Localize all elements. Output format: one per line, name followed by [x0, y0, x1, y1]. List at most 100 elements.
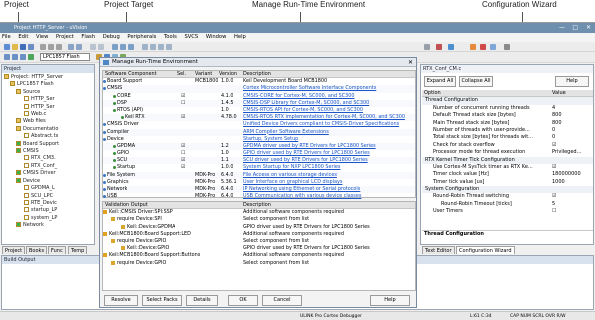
config-option-row[interactable]: Round-Robin Timeout [ticks] 5 — [422, 201, 593, 208]
config-option-row[interactable]: User Timers ☐ — [422, 208, 593, 215]
collapse-all-button[interactable]: Collapse All — [459, 76, 493, 87]
menu-tools[interactable]: Tools — [164, 34, 177, 40]
tree-item[interactable]: startup_LP — [2, 207, 94, 214]
component-description-link[interactable]: CMSIS-CORE for Cortex-M, SC000, and SC30… — [243, 93, 415, 100]
menu-peripherals[interactable]: Peripherals — [127, 34, 156, 40]
config-option-row[interactable]: RTX Kernel Timer Tick Configuration — [422, 156, 593, 164]
tree-item[interactable]: Project: HTTP_Server — [2, 74, 94, 81]
tree-item[interactable]: system_LP — [2, 214, 94, 222]
select-packs-button[interactable]: Select Packs — [142, 295, 182, 306]
config-option-value[interactable]: 800 — [552, 112, 562, 119]
build-icon[interactable] — [12, 54, 18, 60]
config-help-button[interactable]: Help — [555, 76, 589, 87]
download-icon[interactable] — [28, 54, 34, 60]
config-option-row[interactable]: Number of threads with user-provide... 0 — [422, 127, 593, 134]
config-option-row[interactable]: Use Cortex-M SysTick timer as RTX Ke... ☑ — [422, 164, 593, 171]
menu-debug[interactable]: Debug — [103, 34, 120, 40]
config-option-row[interactable]: Total stack size [bytes] for threads wit… — [422, 134, 593, 141]
menu-svcs[interactable]: SVCS — [184, 34, 198, 40]
tree-item[interactable]: CMSIS Driver — [2, 170, 94, 177]
component-description-link[interactable]: IP Networking using Ethernet or Serial p… — [243, 186, 415, 193]
rebuild-icon[interactable] — [20, 54, 26, 60]
rte-component-row[interactable]: GPDMA ☑ 1.2 GPDMA driver used by RTE Driver… — [103, 142, 415, 151]
rte-component-row[interactable]: Device Startup, System Setup — [103, 136, 415, 143]
config-option-value[interactable]: 180000000 — [552, 171, 581, 178]
config-option-row[interactable]: Default Thread stack size [bytes] 800 — [422, 112, 593, 119]
component-select-checkbox[interactable]: ☑ — [181, 143, 185, 150]
validation-row[interactable]: Keil::CMSIS Driver:SPI:SSP Additional sof… — [103, 209, 415, 216]
config-option-value[interactable]: 0 — [552, 134, 555, 141]
config-option-row[interactable]: Check for stack overflow ☑ — [422, 142, 593, 149]
breakpoint-icon[interactable] — [480, 44, 486, 50]
rte-component-row[interactable]: Network MDK-Pro 6.4.0 IP Networking using E… — [103, 186, 415, 194]
redo-icon[interactable] — [76, 44, 82, 50]
config-option-row[interactable]: Thread Configuration — [422, 97, 593, 105]
cut-icon[interactable] — [40, 44, 46, 50]
details-button[interactable]: Details — [186, 295, 218, 306]
translate-icon[interactable] — [4, 54, 10, 60]
rte-component-row[interactable]: Board Support MCB1800 1.0.0 Keil Developmen… — [103, 78, 415, 85]
component-select-checkbox[interactable]: ☐ — [181, 150, 185, 157]
validation-row[interactable]: require Device:GPIO Select component from… — [103, 260, 415, 267]
find-icon[interactable] — [424, 44, 430, 50]
component-description-link[interactable]: CMSIS-DSP Library for Cortex-M, SC000, a… — [243, 100, 415, 107]
rte-component-row[interactable]: DSP ☐ 1.4.5 CMSIS-DSP Library for Cortex-M,… — [103, 99, 415, 107]
validation-row[interactable]: Keil:MCB1800:Board Support:Buttons Additi… — [103, 252, 415, 259]
config-option-row[interactable]: System Configuration — [422, 186, 593, 194]
rte-component-row[interactable]: Startup ☑ 1.0.0 System Startup for NXP LPC1… — [103, 164, 415, 171]
config-file-tab[interactable]: RTX_Conf_CM.c — [421, 65, 593, 73]
tree-item[interactable]: RTE_Devic — [2, 199, 94, 207]
component-description-link[interactable]: CMSIS-RTOS API for Cortex-M, SC000, and … — [243, 107, 415, 114]
indent-icon[interactable] — [142, 44, 148, 50]
rte-close-icon[interactable]: ✕ — [408, 58, 413, 67]
open-folder-icon[interactable] — [12, 44, 18, 50]
config-option-row[interactable]: Round-Robin Thread switching ☑ — [422, 193, 593, 200]
component-description-link[interactable]: Cortex Microcontroller Software Interfac… — [243, 85, 415, 92]
rte-component-row[interactable]: Graphics MDK-Pro 5.36.1 User Interface on g… — [103, 179, 415, 186]
cancel-button[interactable]: Cancel — [262, 295, 302, 306]
tree-item[interactable]: HTTP_Ser — [2, 103, 94, 111]
new-file-icon[interactable] — [4, 44, 10, 50]
tree-item[interactable]: RTX_Conf_ — [2, 162, 94, 170]
config-option-value[interactable]: 0 — [552, 127, 555, 134]
bookmark-icon[interactable] — [112, 44, 118, 50]
tab-text-editor[interactable]: Text Editor — [422, 246, 455, 254]
config-option-value[interactable]: ☐ — [552, 208, 556, 215]
component-description-link[interactable]: USB Communication with various device cl… — [243, 193, 415, 200]
component-description-link[interactable]: Startup, System Setup — [243, 136, 415, 143]
expand-all-button[interactable]: Expand All — [424, 76, 456, 87]
minimize-button[interactable]: — — [559, 23, 565, 33]
rte-icon[interactable] — [470, 44, 476, 50]
config-option-row[interactable]: Main Thread stack size [bytes] 800 — [422, 120, 593, 127]
menu-flash[interactable]: Flash — [81, 34, 95, 40]
tree-item[interactable]: Abstract.tx — [2, 133, 94, 140]
component-select-checkbox[interactable]: ☑ — [181, 93, 185, 100]
tree-item[interactable]: LPC1857 Flash — [2, 81, 94, 88]
rte-component-row[interactable]: Keil RTX ☑ 4.78.0 CMSIS-RTOS RTX implementa… — [103, 114, 415, 122]
tree-item[interactable]: GPDMA_L — [2, 185, 94, 192]
menu-edit[interactable]: Edit — [18, 34, 28, 40]
tree-item[interactable]: Device — [2, 177, 94, 185]
component-description-link[interactable]: ARM Compiler Software Extensions — [243, 129, 415, 136]
rte-component-row[interactable]: File System MDK-Pro 6.4.0 File Access on va… — [103, 171, 415, 179]
window-layout-icon[interactable] — [490, 44, 496, 50]
rte-component-row[interactable]: GPIO ☐ 1.0 GPIO driver used by RTE Drivers … — [103, 150, 415, 157]
component-description-link[interactable]: User Interface on graphical LCD displays — [243, 179, 415, 186]
config-option-value[interactable]: Privileged... — [552, 149, 581, 156]
settings-icon[interactable] — [448, 44, 454, 50]
rte-component-row[interactable]: CMSIS Cortex Microcontroller Software Int… — [103, 85, 415, 93]
component-description-link[interactable]: File Access on various storage devices — [243, 172, 415, 179]
tree-item[interactable]: Web files — [2, 118, 94, 125]
debug-start-icon[interactable] — [436, 44, 442, 50]
save-all-icon[interactable] — [28, 44, 34, 50]
tree-item[interactable]: Source — [2, 88, 94, 96]
component-description-link[interactable]: GPIO driver used by RTE Drivers for LPC1… — [243, 150, 415, 157]
tree-item[interactable]: Documentatio — [2, 125, 94, 133]
close-button[interactable]: ✕ — [586, 23, 591, 33]
copy-icon[interactable] — [48, 44, 54, 50]
rte-component-row[interactable]: CMSIS Driver Unified Device Drivers compl… — [103, 121, 415, 128]
component-description-link[interactable]: Unified Device Drivers compliant to CMSI… — [243, 121, 415, 128]
tab-configuration-wizard[interactable]: Configuration Wizard — [456, 246, 515, 254]
validation-row[interactable]: Keil:MCB1800:Board Support:LED Additional… — [103, 231, 415, 238]
component-description-link[interactable]: GPDMA driver used by RTE Drivers for LPC… — [243, 143, 415, 150]
